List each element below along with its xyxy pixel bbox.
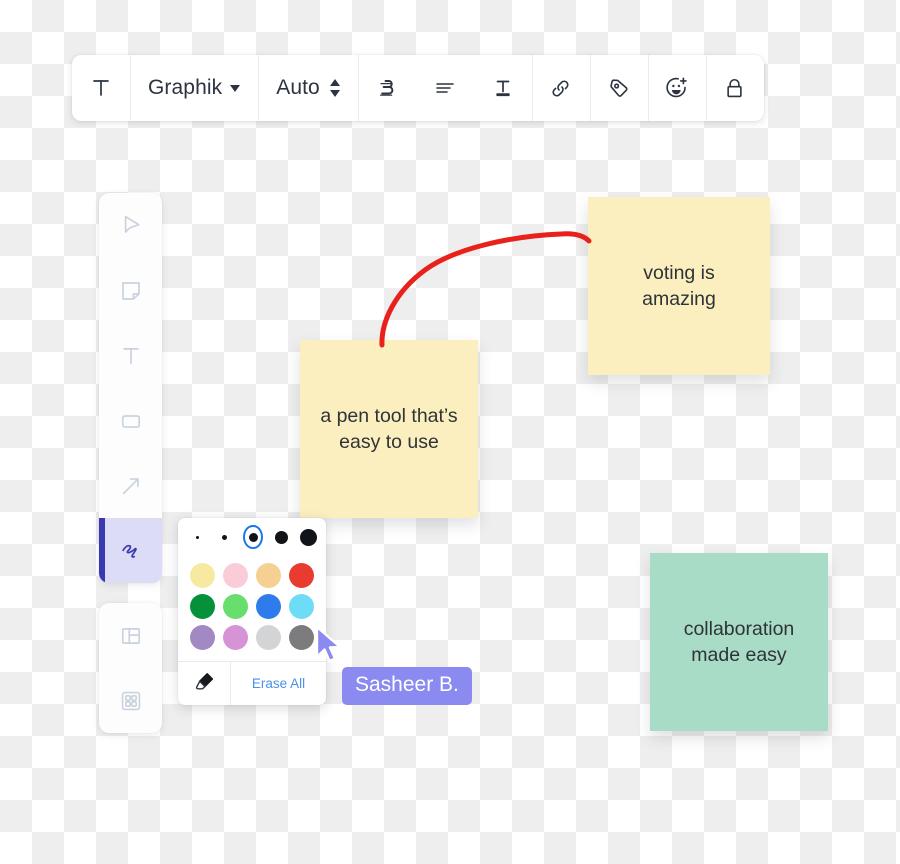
eraser-icon [192, 669, 217, 699]
toolbar-group-size: Auto [258, 55, 358, 121]
text-align-button[interactable] [416, 55, 474, 121]
stroke-size-option[interactable] [216, 525, 235, 549]
font-size-stepper[interactable]: Auto [258, 55, 358, 121]
vertical-align-bottom-icon [491, 76, 515, 100]
tag-icon [606, 76, 631, 101]
text-t-icon [118, 343, 144, 369]
toolbar-group-tag [589, 55, 648, 121]
link-button[interactable] [532, 55, 590, 121]
toolbar-group-lock [705, 55, 764, 121]
tool-text[interactable] [99, 323, 162, 388]
color-swatch-grid [178, 556, 326, 661]
sticky-note-voting[interactable]: voting is amazing [588, 197, 770, 375]
toolbar-group-text-style [72, 55, 130, 121]
bold-button[interactable] [358, 55, 416, 121]
emoji-add-icon [664, 76, 689, 101]
tool-arrow[interactable] [99, 453, 162, 518]
text-format-icon [90, 77, 112, 99]
tool-select[interactable] [99, 193, 162, 258]
color-swatch[interactable] [256, 625, 281, 650]
color-swatch[interactable] [256, 594, 281, 619]
rectangle-icon [118, 408, 144, 434]
lock-button[interactable] [706, 55, 764, 121]
chevron-down-icon [230, 84, 241, 92]
stroke-size-option[interactable] [272, 525, 291, 549]
stroke-size-option-selected[interactable] [243, 525, 263, 549]
toolbar-group-link [531, 55, 590, 121]
collaborator-name-label: Sasheer B. [342, 667, 472, 705]
font-size-label: Auto [276, 76, 320, 99]
color-swatch[interactable] [190, 563, 215, 588]
vertical-align-button[interactable] [474, 55, 532, 121]
color-swatch[interactable] [223, 625, 248, 650]
text-format-button[interactable] [72, 55, 130, 121]
tool-shape[interactable] [99, 388, 162, 453]
frame-layout-icon [118, 623, 144, 649]
sticky-note-pen-tool[interactable]: a pen tool that’s easy to use [300, 340, 478, 518]
sticky-note-text: voting is amazing [642, 261, 716, 310]
reaction-button[interactable] [648, 55, 706, 121]
eraser-button[interactable] [178, 662, 231, 705]
color-swatch[interactable] [289, 594, 314, 619]
link-icon [548, 76, 573, 101]
eraser-row: Erase All [178, 661, 326, 705]
bold-italic-underline-icon [375, 76, 399, 100]
erase-all-button[interactable]: Erase All [231, 662, 326, 705]
stroke-size-option[interactable] [188, 525, 207, 549]
stepper-updown-icon [329, 79, 340, 97]
toolbar-group-formatting [357, 55, 532, 121]
tool-sticky-note[interactable] [99, 258, 162, 323]
collaborator-cursor [313, 625, 347, 669]
color-swatch[interactable] [289, 563, 314, 588]
cursor-pointer-icon [313, 625, 347, 669]
toolbar-group-reaction [647, 55, 706, 121]
pen-color-popover: Erase All [178, 518, 326, 705]
lock-icon [722, 76, 747, 101]
color-swatch[interactable] [190, 594, 215, 619]
color-swatch[interactable] [190, 625, 215, 650]
text-align-icon [433, 76, 457, 100]
pen-scribble-icon [117, 537, 145, 565]
erase-all-label: Erase All [251, 676, 306, 691]
color-swatch[interactable] [223, 594, 248, 619]
stroke-size-option[interactable] [299, 525, 318, 549]
tool-palette-secondary [99, 603, 162, 733]
red-curve-connector [379, 231, 592, 348]
sticky-note-text: collaboration made easy [683, 617, 795, 666]
cursor-arrow-icon [118, 213, 144, 239]
stroke-size-row [178, 518, 326, 556]
arrow-diagonal-icon [118, 473, 144, 499]
sticky-note-collaboration[interactable]: collaboration made easy [650, 553, 828, 731]
tool-apps[interactable] [99, 668, 162, 733]
grid-apps-icon [118, 688, 144, 714]
tool-frame[interactable] [99, 603, 162, 668]
color-swatch[interactable] [223, 563, 248, 588]
format-toolbar: Graphik Auto [72, 55, 764, 121]
sticky-note-text: a pen tool that’s easy to use [320, 404, 458, 453]
color-swatch[interactable] [289, 625, 314, 650]
font-family-label: Graphik [148, 76, 223, 99]
tool-palette [99, 193, 162, 583]
tag-button[interactable] [590, 55, 648, 121]
sticky-note-icon [118, 278, 144, 304]
font-family-select[interactable]: Graphik [130, 55, 258, 121]
tool-pen[interactable] [99, 518, 162, 583]
color-swatch[interactable] [256, 563, 281, 588]
toolbar-group-font: Graphik [130, 55, 258, 121]
